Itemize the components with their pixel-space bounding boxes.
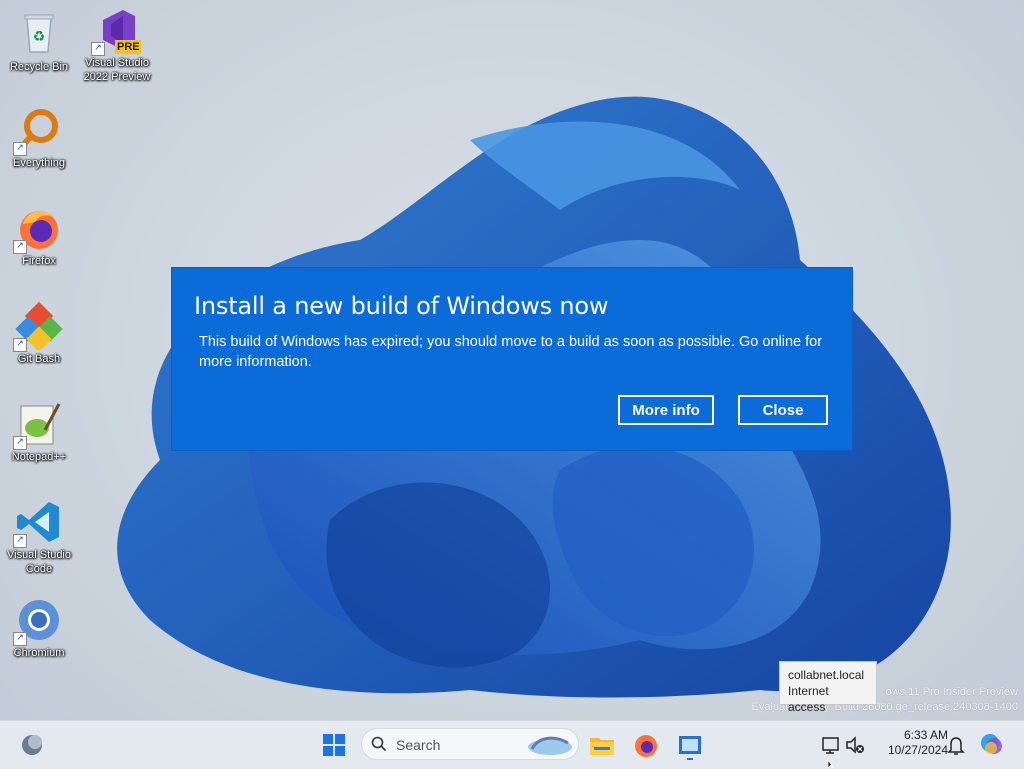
- search-placeholder: Search: [396, 737, 441, 753]
- chromium-icon: ↗: [13, 596, 63, 646]
- firefox-taskbar-button[interactable]: [630, 729, 662, 761]
- everything-search-icon: ↗: [13, 106, 63, 156]
- clock-date: 10/27/2024: [887, 743, 948, 757]
- desktop-icon-label: Everything: [13, 157, 65, 169]
- taskbar-search-box[interactable]: Search: [361, 728, 579, 760]
- active-app-button[interactable]: [674, 729, 706, 761]
- dialog-message: This build of Windows has expired; you s…: [199, 334, 823, 370]
- volume-muted-icon: [846, 736, 864, 754]
- network-tooltip: collabnet.local Internet access: [779, 661, 877, 714]
- copilot-icon: [981, 734, 1002, 754]
- shortcut-arrow-icon: ↗: [13, 142, 27, 156]
- desktop-icon-recycle-bin[interactable]: ♻ Recycle Bin: [0, 10, 78, 74]
- desktop-icon-visual-studio-2022-preview[interactable]: PRE ↗ Visual Studio 2022 Preview: [78, 6, 156, 84]
- start-button[interactable]: [318, 729, 350, 761]
- shortcut-arrow-icon: ↗: [13, 534, 27, 548]
- mouse-cursor-icon: [828, 760, 835, 768]
- vscode-icon: ↗: [13, 498, 63, 548]
- widgets-icon: [22, 735, 42, 755]
- build-expired-dialog: Install a new build of Windows now This …: [172, 268, 852, 450]
- desktop-icon-visual-studio-code[interactable]: ↗ Visual Studio Code: [0, 498, 78, 576]
- git-bash-icon: ↗: [13, 301, 63, 352]
- desktop-icon-everything[interactable]: ↗ Everything: [0, 106, 78, 170]
- notepad-plus-plus-icon: ↗: [13, 400, 63, 450]
- taskbar-clock[interactable]: 6:33 AM 10/27/2024: [872, 728, 948, 758]
- desktop-icon-chromium[interactable]: ↗ Chromium: [0, 596, 78, 660]
- shortcut-arrow-icon: ↗: [13, 240, 27, 254]
- desktop-icon-label: Notepad++: [11, 451, 67, 463]
- windows-start-icon: [323, 734, 345, 756]
- desktop-icon-firefox[interactable]: ↗ Firefox: [0, 204, 78, 268]
- preview-badge: PRE: [117, 41, 140, 53]
- recycle-bin-icon: ♻: [15, 10, 63, 58]
- tooltip-network-status: Internet access: [788, 684, 829, 714]
- desktop-icon-label: Recycle Bin: [9, 61, 69, 73]
- shortcut-arrow-icon: ↗: [13, 632, 27, 646]
- search-highlight-image: [524, 731, 576, 763]
- more-info-button[interactable]: More info: [618, 395, 714, 425]
- app-window-icon: [679, 736, 701, 760]
- svg-text:♻: ♻: [33, 29, 46, 45]
- clock-time: 6:33 AM: [903, 728, 948, 742]
- firefox-icon: ↗: [13, 204, 63, 254]
- copilot-button[interactable]: [976, 729, 1008, 761]
- desktop-icon-label: Visual Studio 2022 Preview: [83, 57, 151, 83]
- desktop-icon-label: Git Bash: [17, 353, 61, 365]
- firefox-icon: [635, 735, 657, 757]
- volume-tray-button[interactable]: [840, 729, 872, 761]
- shortcut-arrow-icon: ↗: [13, 436, 27, 450]
- widgets-button[interactable]: [16, 729, 48, 761]
- desktop-icon-git-bash[interactable]: ↗ Git Bash: [0, 301, 78, 366]
- search-icon: [371, 736, 387, 756]
- file-explorer-button[interactable]: [586, 729, 618, 761]
- desktop-icon-label: Firefox: [22, 255, 56, 267]
- desktop-icon-label: Visual Studio Code: [6, 549, 71, 575]
- close-button[interactable]: Close: [738, 395, 828, 425]
- tooltip-network-name: collabnet.local: [788, 668, 865, 682]
- shortcut-arrow-icon: ↗: [13, 338, 27, 352]
- file-explorer-icon: [590, 738, 614, 755]
- desktop-icon-label: Chromium: [13, 647, 65, 659]
- desktop-icon-notepad-plus-plus[interactable]: ↗ Notepad++: [0, 400, 78, 464]
- visual-studio-preview-icon: PRE ↗: [91, 6, 141, 56]
- shortcut-arrow-icon: ↗: [91, 42, 105, 56]
- dialog-title: Install a new build of Windows now: [194, 292, 609, 320]
